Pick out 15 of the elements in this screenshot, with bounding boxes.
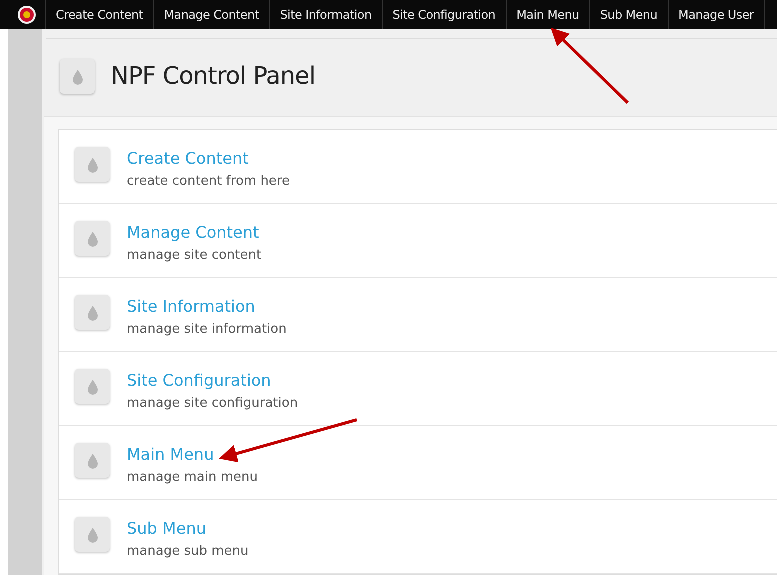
drop-icon — [75, 369, 110, 404]
item-description: manage site content — [127, 247, 262, 265]
page-title: NPF Control Panel — [111, 62, 316, 91]
item-description: manage sub menu — [127, 543, 249, 561]
item-description: manage site configuration — [127, 395, 298, 413]
logo-icon[interactable] — [16, 4, 36, 24]
item-description: create content from here — [127, 173, 290, 191]
drop-icon — [75, 147, 110, 182]
drop-icon — [75, 443, 110, 478]
drop-icon — [75, 295, 110, 330]
item-description: manage site information — [127, 321, 287, 339]
drop-icon — [75, 221, 110, 256]
item-description: manage main menu — [127, 469, 258, 487]
drop-icon — [60, 59, 95, 94]
drop-icon — [75, 517, 110, 552]
